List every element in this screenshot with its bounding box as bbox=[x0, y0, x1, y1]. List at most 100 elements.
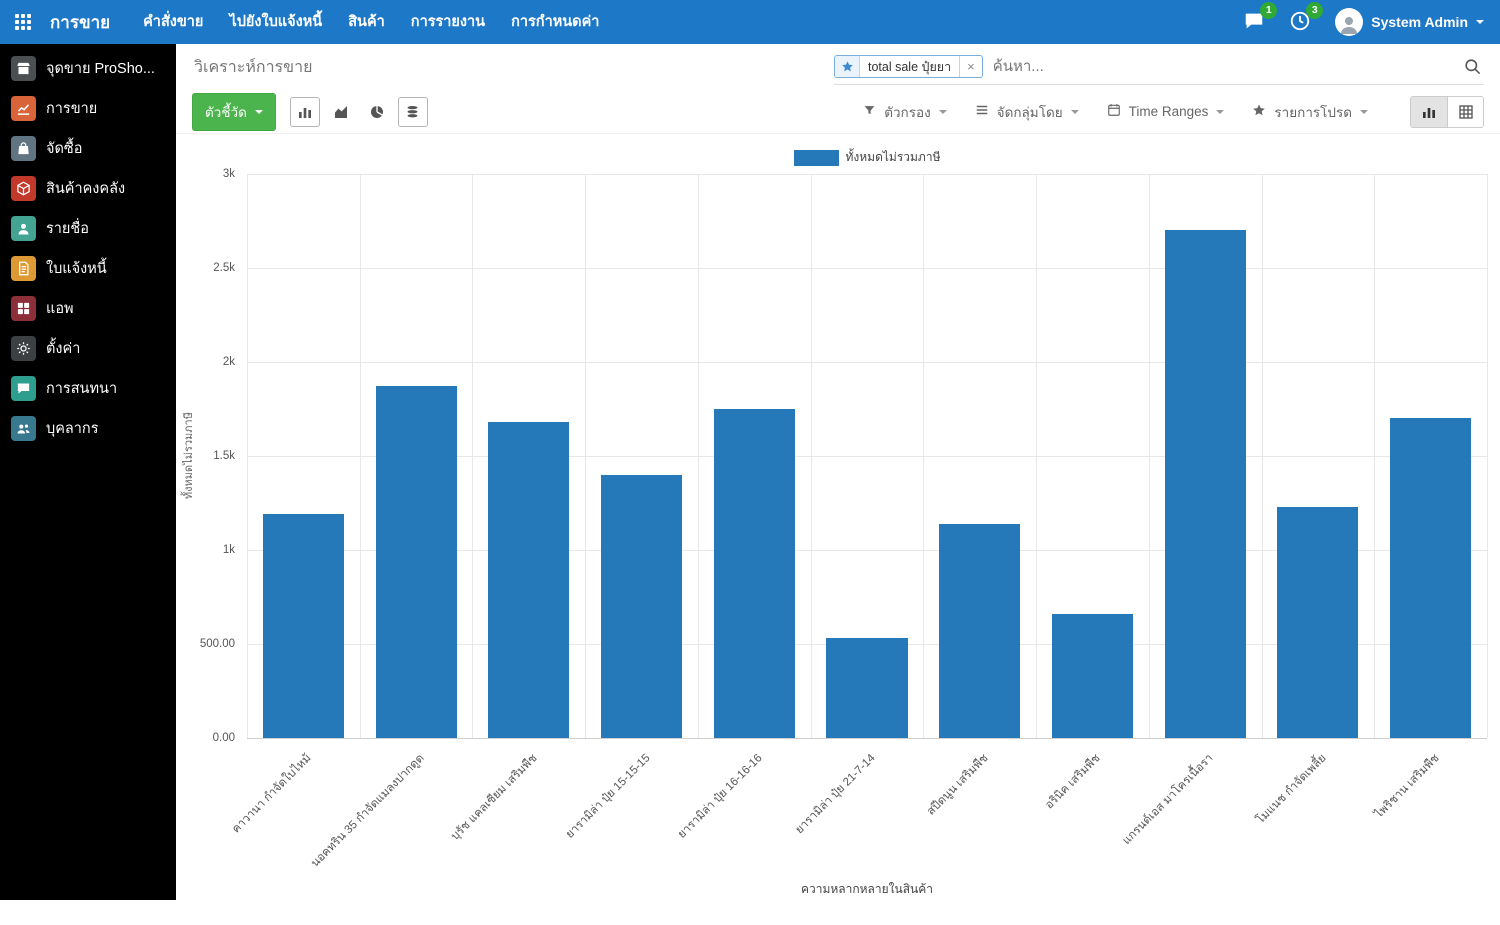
bar-10[interactable] bbox=[1277, 507, 1358, 738]
caret-down-icon bbox=[1476, 20, 1484, 24]
time-ranges-label: Time Ranges bbox=[1129, 104, 1209, 119]
bag-icon bbox=[11, 136, 36, 161]
pie-chart-button[interactable] bbox=[362, 97, 392, 127]
cube-icon bbox=[11, 176, 36, 201]
time-ranges-dropdown[interactable]: Time Ranges bbox=[1107, 103, 1225, 120]
sidebar-item-8[interactable]: ตั้งค่า bbox=[0, 328, 176, 368]
bar-chart-button[interactable] bbox=[290, 97, 320, 127]
sidebar-item-label: การสนทนา bbox=[46, 377, 117, 400]
measures-button[interactable]: ตัวชี้วัด bbox=[192, 93, 276, 131]
list-icon bbox=[975, 103, 989, 120]
vertical-gridline bbox=[1487, 174, 1488, 738]
document-icon bbox=[11, 256, 36, 281]
x-axis-labels: คาวานา กำจัดใบไหม้นอคทริน 35 กำจัดแมลงปา… bbox=[247, 738, 1487, 878]
sidebar-item-10[interactable]: บุคลากร bbox=[0, 408, 176, 448]
caret-down-icon bbox=[1360, 110, 1368, 114]
bar-2[interactable] bbox=[376, 386, 457, 738]
view-switcher bbox=[1410, 96, 1484, 128]
y-axis-ticks: 0.00500.001k1.5k2k2.5k3k bbox=[176, 174, 241, 738]
messages-button[interactable]: 1 bbox=[1243, 10, 1267, 34]
y-tick-label: 0.00 bbox=[213, 732, 235, 744]
bar-8[interactable] bbox=[1052, 614, 1133, 738]
caret-down-icon bbox=[939, 110, 947, 114]
control-panel-buttons: ตัวชี้วัด ตัวกรอง bbox=[176, 90, 1500, 134]
caret-down-icon bbox=[1216, 110, 1224, 114]
breadcrumb: วิเคราะห์การขาย bbox=[194, 55, 312, 80]
bar-5[interactable] bbox=[714, 409, 795, 738]
sidebar-item-label: บุคลากร bbox=[46, 417, 99, 440]
activities-badge: 3 bbox=[1306, 2, 1323, 19]
user-menu[interactable]: System Admin bbox=[1335, 8, 1484, 36]
area-chart-button[interactable] bbox=[326, 97, 356, 127]
y-tick-label: 1k bbox=[223, 544, 235, 556]
top-menu-item-4[interactable]: การรายงาน bbox=[398, 0, 498, 44]
chart-type-group bbox=[290, 97, 428, 127]
apps-grid-icon[interactable] bbox=[0, 0, 46, 44]
search-input[interactable] bbox=[983, 58, 1463, 75]
bar-11[interactable] bbox=[1390, 418, 1471, 738]
app-title[interactable]: การขาย bbox=[50, 9, 110, 36]
sidebar-item-3[interactable]: จัดซื้อ bbox=[0, 128, 176, 168]
sidebar-item-9[interactable]: การสนทนา bbox=[0, 368, 176, 408]
top-menu-item-1[interactable]: คำสั่งขาย bbox=[130, 0, 216, 44]
sidebar-item-4[interactable]: สินค้าคงคลัง bbox=[0, 168, 176, 208]
bar-7[interactable] bbox=[939, 524, 1020, 738]
favorites-dropdown[interactable]: รายการโปรด bbox=[1252, 101, 1368, 123]
groupby-label: จัดกลุ่มโดย bbox=[997, 101, 1063, 123]
people-icon bbox=[11, 416, 36, 441]
shop-icon bbox=[11, 56, 36, 81]
control-panel-top: วิเคราะห์การขาย total sale ปุ๋ยยา × bbox=[176, 44, 1500, 90]
bar-3[interactable] bbox=[488, 422, 569, 738]
sidebar-item-6[interactable]: ใบแจ้งหนี้ bbox=[0, 248, 176, 288]
star-icon bbox=[1252, 103, 1266, 120]
activities-button[interactable]: 3 bbox=[1289, 10, 1313, 34]
legend-swatch bbox=[794, 150, 839, 166]
top-menu-item-3[interactable]: สินค้า bbox=[335, 0, 398, 44]
horizontal-gridline bbox=[247, 174, 1487, 175]
horizontal-gridline bbox=[247, 738, 1487, 739]
chart-legend[interactable]: ทั้งหมดไม่รวมภาษี bbox=[247, 148, 1487, 167]
sidebar-item-5[interactable]: รายชื่อ bbox=[0, 208, 176, 248]
top-menu: คำสั่งขายไปยังใบแจ้งหนี้สินค้าการรายงานก… bbox=[130, 0, 612, 44]
y-tick-label: 1.5k bbox=[213, 450, 235, 462]
caret-down-icon bbox=[255, 110, 263, 114]
sidebar-item-label: แอพ bbox=[46, 297, 74, 320]
chart-controls: ตัวชี้วัด bbox=[192, 93, 428, 131]
measures-button-label: ตัวชี้วัด bbox=[205, 101, 247, 123]
topbar: การขาย คำสั่งขายไปยังใบแจ้งหนี้สินค้าการ… bbox=[0, 0, 1500, 44]
bar-9[interactable] bbox=[1165, 230, 1246, 738]
legend-label: ทั้งหมดไม่รวมภาษี bbox=[846, 148, 941, 167]
sales-chart-icon bbox=[11, 96, 36, 121]
bar-6[interactable] bbox=[826, 638, 907, 738]
pivot-view-button[interactable] bbox=[1447, 97, 1483, 127]
caret-down-icon bbox=[1071, 110, 1079, 114]
favorites-label: รายการโปรด bbox=[1274, 101, 1352, 123]
search-icon[interactable] bbox=[1463, 57, 1482, 76]
sidebar-item-2[interactable]: การขาย bbox=[0, 88, 176, 128]
sidebar-item-label: จุดขาย ProSho... bbox=[46, 57, 155, 80]
messages-badge: 1 bbox=[1260, 2, 1277, 19]
chat-icon bbox=[1243, 19, 1265, 36]
bar-4[interactable] bbox=[601, 475, 682, 738]
stacked-toggle-button[interactable] bbox=[398, 97, 428, 127]
y-tick-label: 3k bbox=[223, 168, 235, 180]
filter-icon bbox=[863, 104, 876, 120]
sidebar-item-label: ใบแจ้งหนี้ bbox=[46, 257, 107, 280]
graph-view-button[interactable] bbox=[1411, 97, 1447, 127]
horizontal-gridline bbox=[247, 362, 1487, 363]
sidebar-item-label: รายชื่อ bbox=[46, 217, 89, 240]
sidebar: จุดขาย ProSho... การขายจัดซื้อสินค้าคงคลั… bbox=[0, 44, 176, 900]
top-menu-item-5[interactable]: การกำหนดค่า bbox=[498, 0, 612, 44]
clock-icon bbox=[1289, 19, 1311, 36]
groupby-dropdown[interactable]: จัดกลุ่มโดย bbox=[975, 101, 1079, 123]
top-menu-item-2[interactable]: ไปยังใบแจ้งหนี้ bbox=[216, 0, 335, 44]
filters-dropdown[interactable]: ตัวกรอง bbox=[863, 101, 946, 123]
person-icon bbox=[11, 216, 36, 241]
sidebar-item-1[interactable]: จุดขาย ProSho... bbox=[0, 48, 176, 88]
user-name: System Admin bbox=[1371, 14, 1468, 30]
remove-facet-button[interactable]: × bbox=[959, 56, 982, 77]
search-facet[interactable]: total sale ปุ๋ยยา × bbox=[834, 55, 983, 78]
sidebar-item-7[interactable]: แอพ bbox=[0, 288, 176, 328]
plot-area bbox=[247, 174, 1487, 738]
bar-1[interactable] bbox=[263, 514, 344, 738]
